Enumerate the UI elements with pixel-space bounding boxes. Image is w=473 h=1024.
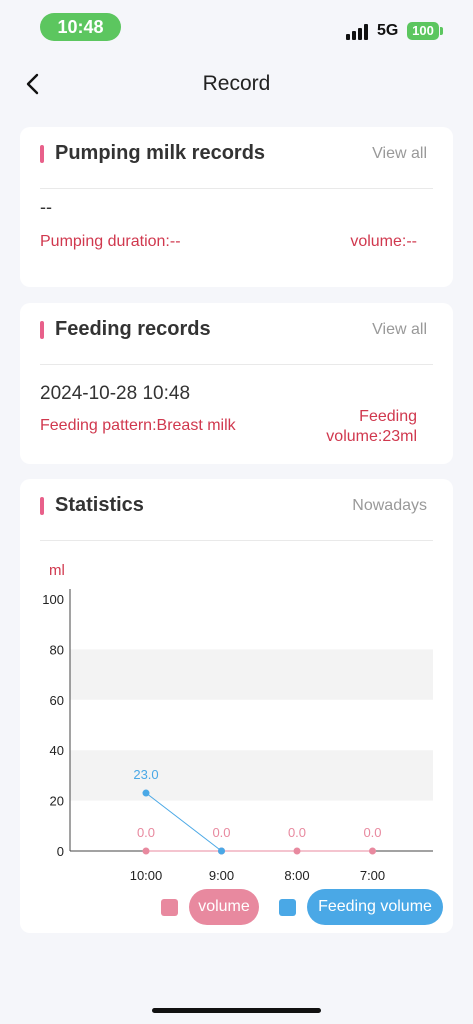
home-indicator bbox=[152, 1008, 321, 1013]
grid-band bbox=[70, 649, 433, 700]
pumping-title: Pumping milk records bbox=[55, 142, 266, 164]
data-point bbox=[142, 789, 150, 797]
section-marker bbox=[40, 145, 44, 163]
signal-icon bbox=[346, 24, 370, 40]
pumping-value: -- bbox=[40, 197, 52, 217]
data-label: 0.0 bbox=[363, 825, 381, 840]
data-point bbox=[293, 847, 301, 855]
statistics-chart: ml 0 20 40 60 80 100 10:00 9:00 8:00 7:00 0.0 0.0 0.0… bbox=[42, 562, 433, 883]
feeding-pattern: Feeding pattern:Breast milk bbox=[40, 417, 236, 434]
feeding-view-all-link[interactable]: View all bbox=[372, 321, 427, 339]
data-label: 23.0 bbox=[133, 767, 158, 782]
legend-feeding-button[interactable]: Feeding volume bbox=[307, 889, 443, 925]
series-line-1 bbox=[145, 792, 222, 852]
pumping-duration: Pumping duration:-- bbox=[40, 233, 181, 250]
y-tick-label: 60 bbox=[50, 693, 64, 708]
nav-bar: Record bbox=[0, 55, 473, 113]
feeding-title: Feeding records bbox=[55, 318, 211, 340]
statistics-period[interactable]: Nowadays bbox=[352, 497, 427, 515]
grid-band bbox=[70, 750, 433, 801]
y-tick-label: 0 bbox=[57, 844, 64, 859]
data-point bbox=[369, 847, 376, 855]
statistics-card: Statistics Nowadays ml 0 20 40 60 80 100 10:00 9… bbox=[20, 479, 453, 933]
x-tick-label: 7:00 bbox=[360, 868, 385, 883]
chart-legend: volume Feeding volume bbox=[20, 887, 453, 927]
data-point bbox=[142, 847, 150, 855]
data-label: 0.0 bbox=[137, 825, 155, 840]
y-tick-label: 80 bbox=[50, 642, 64, 657]
x-tick-label: 8:00 bbox=[284, 868, 309, 883]
data-label: 0.0 bbox=[288, 825, 306, 840]
statistics-title: Statistics bbox=[55, 494, 144, 516]
y-tick-label: 100 bbox=[42, 592, 64, 607]
section-marker bbox=[40, 321, 44, 339]
pumping-card: Pumping milk records View all -- Pumping… bbox=[20, 127, 453, 287]
pumping-view-all-link[interactable]: View all bbox=[372, 145, 427, 163]
page-title: Record bbox=[202, 72, 271, 95]
battery-icon: 100 bbox=[407, 22, 439, 40]
feeding-card: Feeding records View all 2024-10-28 10:4… bbox=[20, 303, 453, 464]
statistics-card-header: Statistics Nowadays bbox=[20, 479, 453, 527]
legend-volume-button[interactable]: volume bbox=[189, 889, 259, 925]
divider bbox=[40, 188, 433, 189]
x-tick-label: 9:00 bbox=[209, 868, 234, 883]
pumping-volume: volume:-- bbox=[350, 233, 417, 250]
data-label: 0.0 bbox=[212, 825, 230, 840]
divider bbox=[40, 364, 433, 365]
status-time: 10:48 bbox=[40, 13, 121, 41]
section-marker bbox=[40, 497, 44, 515]
y-tick-label: 40 bbox=[50, 743, 64, 758]
feeding-date: 2024-10-28 10:48 bbox=[40, 383, 191, 404]
network-label: 5G bbox=[377, 22, 399, 39]
y-tick-label: 20 bbox=[50, 794, 64, 809]
feeding-volume: Feeding volume:23ml bbox=[307, 407, 417, 447]
legend-feeding-swatch bbox=[279, 899, 296, 916]
feeding-volume-line1: Feeding bbox=[359, 408, 417, 425]
y-axis-label: ml bbox=[49, 562, 65, 579]
status-bar: 10:48 5G 100 bbox=[0, 0, 473, 52]
legend-volume-swatch bbox=[161, 899, 178, 916]
pumping-card-header: Pumping milk records View all bbox=[20, 127, 453, 175]
battery-tip bbox=[440, 27, 443, 35]
data-point bbox=[218, 847, 225, 855]
feeding-volume-line2: volume:23ml bbox=[326, 428, 417, 445]
x-tick-label: 10:00 bbox=[130, 868, 163, 883]
feeding-card-header: Feeding records View all bbox=[20, 303, 453, 351]
